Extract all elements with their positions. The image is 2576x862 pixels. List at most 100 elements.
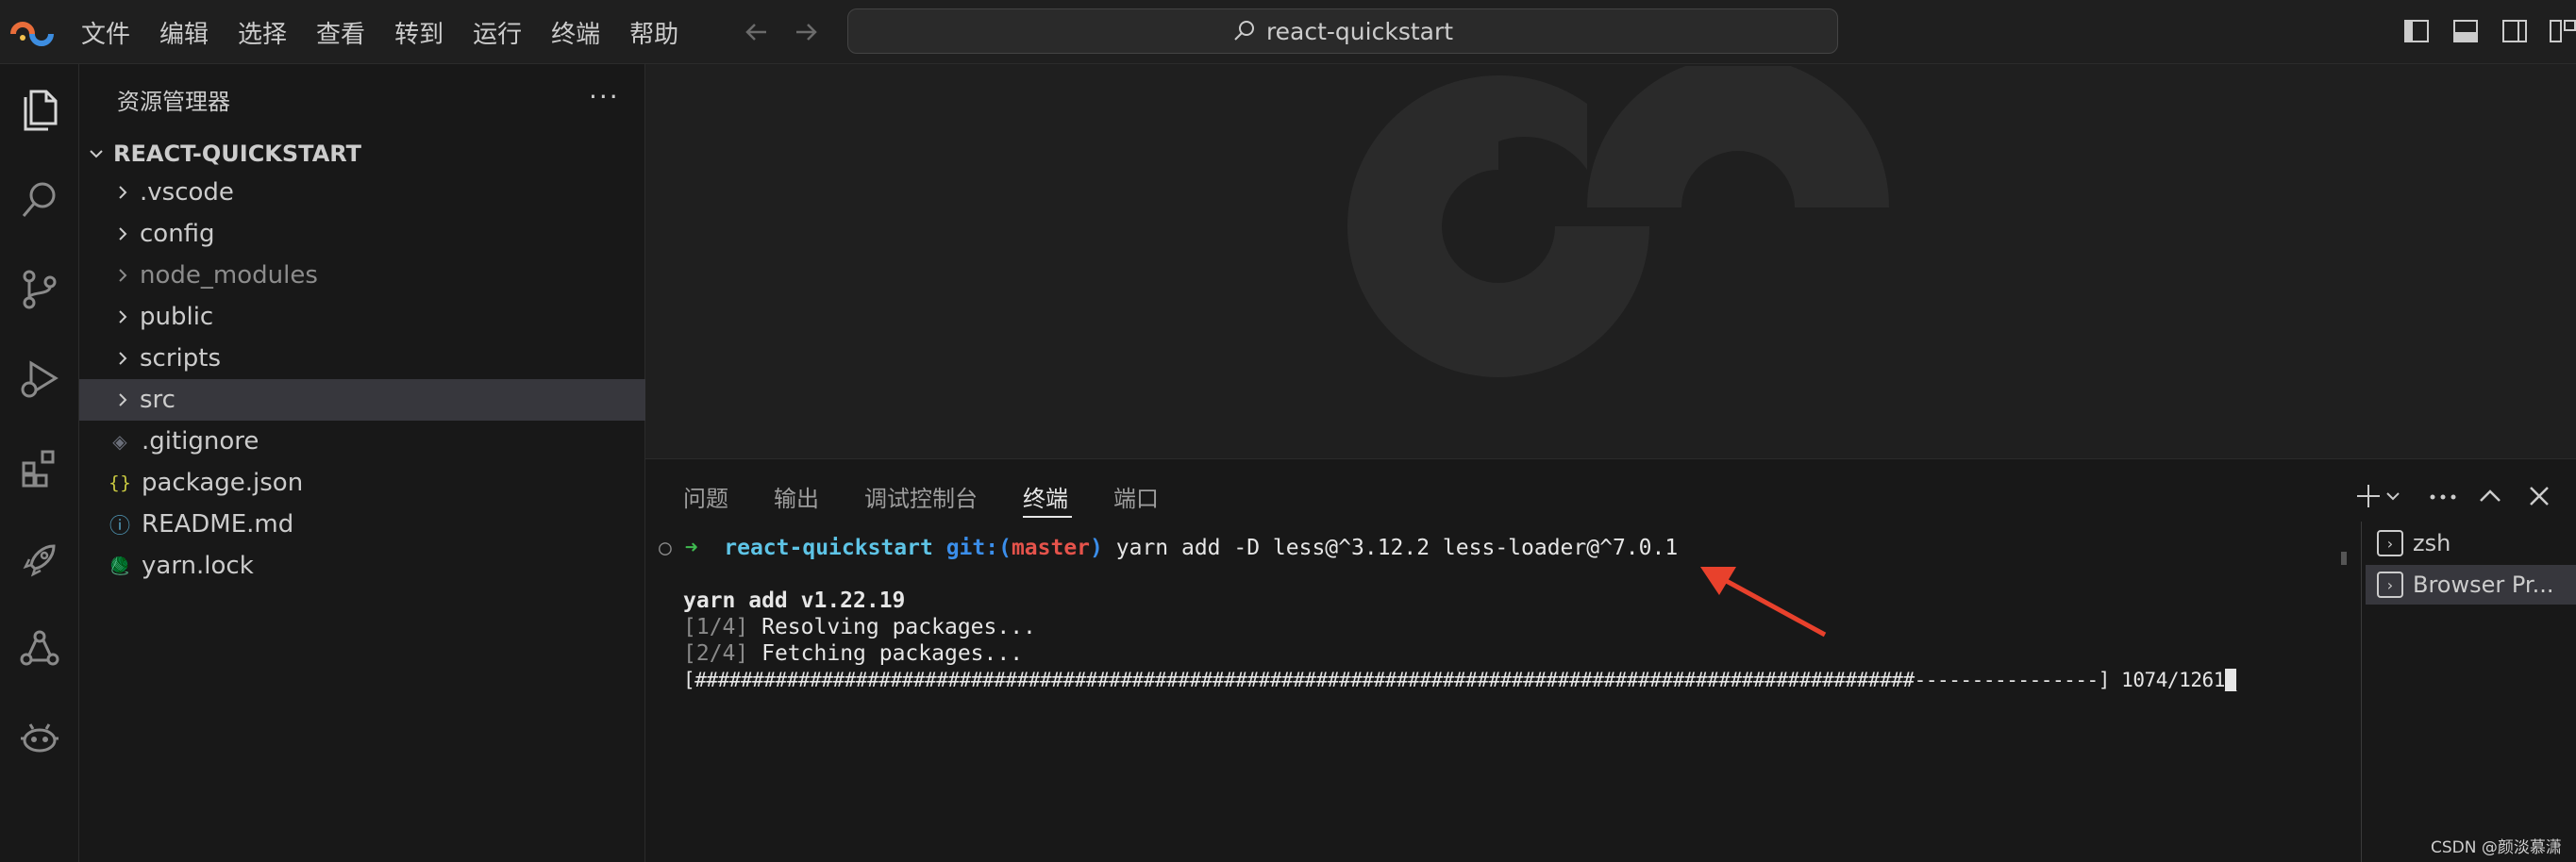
toggle-secondary-sidebar-icon[interactable] [2501,17,2529,45]
menu-view[interactable]: 查看 [316,15,365,50]
workspace-root[interactable]: REACT-QUICKSTART [79,134,645,174]
typed-command: yarn add -D less@^3.12.2 less-loader@^7.… [1115,536,1679,560]
credit-watermark: CSDN @颜淡慕潇 [2431,838,2562,857]
git-prefix: git:( [945,536,1012,560]
workspace-label: REACT-QUICKSTART [113,141,362,167]
menu-run[interactable]: 运行 [473,15,522,50]
terminal-scrollbar[interactable] [2341,552,2347,565]
fetching-line: [2/4] Fetching packages... [683,641,1024,666]
tree-item-label: .gitignore [142,427,259,456]
extensions-icon[interactable] [13,441,66,494]
chevron-right-icon [119,393,127,406]
terminal-item-browser-preview[interactable]: › Browser Pr... [2366,565,2576,605]
info-file-icon: ⓘ [109,515,130,539]
title-bar: 文件 编辑 选择 查看 转到 运行 终端 帮助 react-quickstart [0,0,2576,64]
live-share-icon[interactable] [13,622,66,675]
yarn-version-line: yarn add v1.22.19 [683,588,906,613]
activity-bar [0,64,79,862]
rocket-icon[interactable] [13,534,66,587]
git-suffix: ) [1090,536,1103,560]
chevron-right-icon [119,352,127,365]
menu-help[interactable]: 帮助 [629,15,678,50]
terminal-icon: › [2377,572,2403,598]
yarn-file-icon: 🧶 [109,555,131,576]
tree-item-vscode[interactable]: .vscode [79,172,645,213]
tree-item-label: .vscode [140,178,234,207]
terminal-item-zsh[interactable]: › zsh [2366,523,2576,563]
explorer-sidebar: 资源管理器 ··· REACT-QUICKSTART .vscode confi… [79,64,645,862]
prompt-arrow: ➜ [684,536,698,560]
tree-item-label: yarn.lock [142,552,254,580]
tab-output[interactable]: 输出 [774,480,819,513]
maximize-panel-icon[interactable] [2476,482,2504,510]
active-tab-indicator [1023,516,1072,518]
tree-item-gitignore[interactable]: ◈ .gitignore [79,421,645,462]
back-arrow-icon[interactable] [740,15,774,49]
tab-debug-console[interactable]: 调试控制台 [864,480,978,513]
prompt-cwd: react-quickstart [724,536,933,560]
resolving-line: [1/4] Resolving packages... [683,615,1036,639]
menu-edit[interactable]: 编辑 [159,15,209,50]
chevron-right-icon [119,186,127,199]
explorer-icon[interactable] [13,83,66,136]
app-logo-icon[interactable] [9,13,57,51]
sidebar-more-actions[interactable]: ··· [589,81,620,112]
new-terminal-icon[interactable] [2357,482,2402,510]
annotation-arrow-icon [1700,567,1827,638]
copilot-icon[interactable] [13,711,66,764]
customize-layout-icon[interactable] [2548,17,2576,45]
close-panel-icon[interactable] [2525,482,2553,510]
bottom-panel: 问题 输出 调试控制台 终端 端口 ○ ➜ react-quickstart g… [645,458,2576,862]
tree-item-label: package.json [142,469,304,497]
chevron-right-icon [119,227,127,240]
terminal-item-label: zsh [2413,530,2451,556]
chevron-right-icon [119,310,127,323]
tree-item-label: public [140,303,214,331]
more-actions-icon[interactable] [2429,482,2457,510]
toggle-primary-sidebar-icon[interactable] [2402,17,2431,45]
forward-arrow-icon[interactable] [789,15,823,49]
tree-item-readme[interactable]: ⓘ README.md [79,504,645,545]
tree-item-label: README.md [142,510,294,539]
menu-selection[interactable]: 选择 [238,15,287,50]
tree-item-src[interactable]: src [79,379,645,421]
tree-item-label: node_modules [140,261,318,290]
tree-item-label: src [140,386,176,414]
terminal-command-line: ○ ➜ react-quickstart git:(master) yarn a… [659,536,1679,560]
search-view-icon[interactable] [13,174,66,226]
menu-go[interactable]: 转到 [394,15,443,50]
source-control-icon[interactable] [13,262,66,315]
tree-item-label: scripts [140,344,221,373]
git-file-icon: ◈ [112,430,127,453]
progress-line: [#######################################… [683,667,2237,693]
chevron-right-icon [119,269,127,282]
tree-item-node-modules[interactable]: node_modules [79,255,645,296]
tree-item-scripts[interactable]: scripts [79,338,645,379]
tab-ports[interactable]: 端口 [1113,480,1159,513]
menu-terminal[interactable]: 终端 [551,15,600,50]
command-center-search[interactable]: react-quickstart [847,8,1838,54]
terminal-list: › zsh › Browser Pr... [2361,522,2576,862]
tree-item-package-json[interactable]: {} package.json [79,462,645,504]
tab-problems[interactable]: 问题 [683,480,728,513]
terminal-cursor: _ [2224,669,2237,691]
json-file-icon: {} [108,472,132,493]
terminal-icon: › [2377,530,2403,556]
tree-item-yarn-lock[interactable]: 🧶 yarn.lock [79,545,645,587]
terminal-output[interactable]: ○ ➜ react-quickstart git:(master) yarn a… [645,535,2353,862]
run-debug-icon[interactable] [13,353,66,406]
menu-file[interactable]: 文件 [81,15,130,50]
chevron-down-icon [90,150,103,158]
tree-item-label: config [140,220,215,248]
search-icon [1234,21,1254,41]
progress-count: 1074/1261 [2121,669,2225,691]
toggle-panel-icon[interactable] [2451,17,2480,45]
editor-area [645,64,2576,458]
progress-bar: [#######################################… [683,669,2110,691]
tab-terminal[interactable]: 终端 [1023,480,1068,513]
git-branch: master [1011,536,1091,560]
tree-item-config[interactable]: config [79,213,645,255]
tree-item-public[interactable]: public [79,296,645,338]
menu-bar: 文件 编辑 选择 查看 转到 运行 终端 帮助 [81,0,708,64]
terminal-item-label: Browser Pr... [2413,572,2554,598]
